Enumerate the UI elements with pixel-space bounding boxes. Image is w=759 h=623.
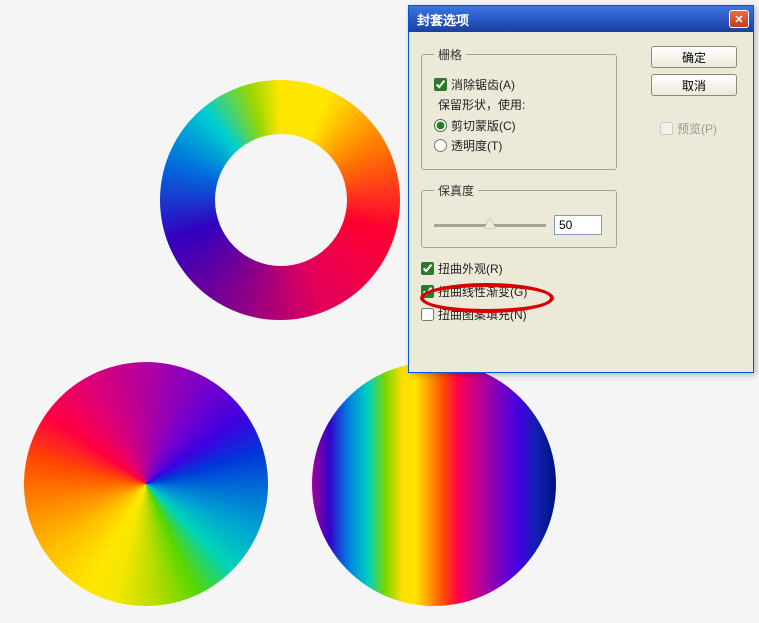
fidelity-legend: 保真度 <box>434 182 478 199</box>
linear-gradient-circle <box>312 362 556 606</box>
distort-linear-gradient-label: 扭曲线性渐变(G) <box>438 283 527 300</box>
distort-linear-gradient-checkbox[interactable] <box>421 285 434 298</box>
fidelity-fieldset: 保真度 <box>421 182 617 248</box>
transparency-radio[interactable] <box>434 139 447 152</box>
preview-checkbox-group: 预览(P) <box>660 120 717 137</box>
grid-fieldset: 栅格 消除锯齿(A) 保留形状，使用: 剪切蒙版(C) 透明度(T) <box>421 46 617 170</box>
transparency-label: 透明度(T) <box>451 137 502 154</box>
clip-mask-label: 剪切蒙版(C) <box>451 117 516 134</box>
gradient-ring-hole <box>215 134 347 266</box>
canvas-area <box>0 0 420 623</box>
antialias-checkbox[interactable] <box>434 78 447 91</box>
distort-appearance-checkbox[interactable] <box>421 262 434 275</box>
preserve-shape-text: 保留形状，使用: <box>438 96 604 113</box>
envelope-options-dialog: 封套选项 ✕ 确定 取消 预览(P) 栅格 消除锯齿(A) 保留形状，使用: 剪… <box>408 5 754 373</box>
clip-mask-radio[interactable] <box>434 119 447 132</box>
ok-button[interactable]: 确定 <box>651 46 737 68</box>
window-controls: ✕ <box>729 10 749 28</box>
dialog-title: 封套选项 <box>417 10 469 29</box>
cancel-button[interactable]: 取消 <box>651 74 737 96</box>
dialog-body: 确定 取消 预览(P) 栅格 消除锯齿(A) 保留形状，使用: 剪切蒙版(C) … <box>409 32 753 343</box>
distort-appearance-label: 扭曲外观(R) <box>438 260 503 277</box>
distort-options: 扭曲外观(R) 扭曲线性渐变(G) 扭曲图案填充(N) <box>421 260 741 323</box>
preview-checkbox <box>660 122 673 135</box>
fidelity-slider[interactable] <box>434 224 546 227</box>
fidelity-input[interactable] <box>554 215 602 235</box>
dialog-titlebar[interactable]: 封套选项 ✕ <box>409 6 753 32</box>
preview-label: 预览(P) <box>677 120 717 137</box>
antialias-label: 消除锯齿(A) <box>451 76 515 93</box>
slider-thumb-icon[interactable] <box>484 218 496 228</box>
distort-pattern-checkbox[interactable] <box>421 308 434 321</box>
conic-gradient-circle <box>24 362 268 606</box>
distort-pattern-label: 扭曲图案填充(N) <box>438 306 527 323</box>
grid-legend: 栅格 <box>434 46 466 63</box>
close-icon[interactable]: ✕ <box>729 10 749 28</box>
